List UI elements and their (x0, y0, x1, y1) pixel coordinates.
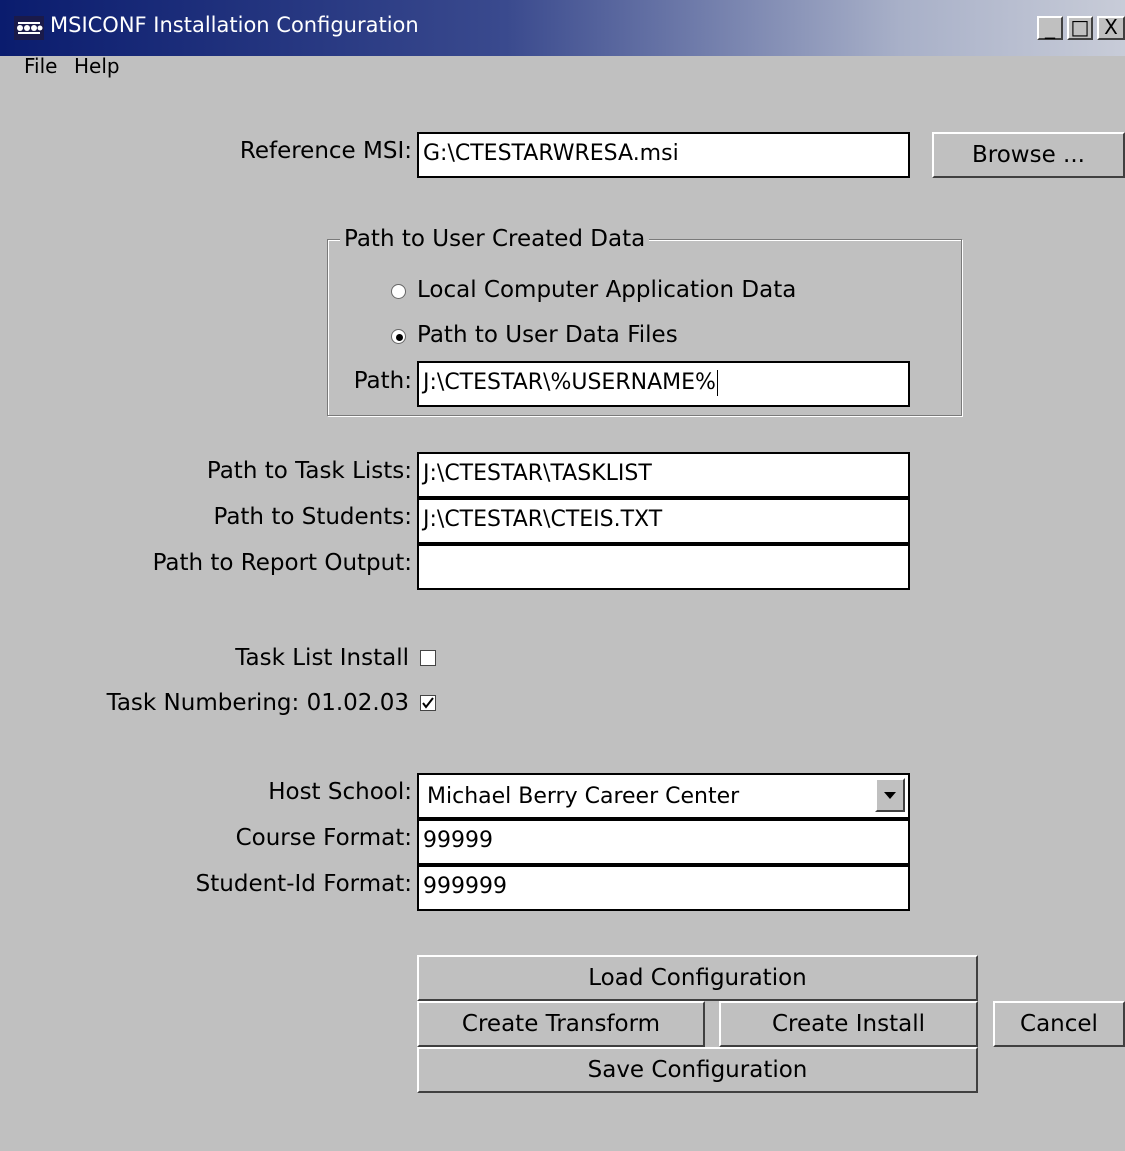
path-label: Path: (353, 368, 412, 394)
student-id-format-input[interactable]: 999999 (417, 865, 910, 911)
user-data-path-value: J:\CTESTAR\%USERNAME% (423, 370, 716, 395)
course-format-label: Course Format: (235, 825, 412, 851)
radio-local-app-data-label[interactable]: Local Computer Application Data (417, 277, 796, 303)
close-button[interactable]: X (1097, 16, 1125, 40)
students-label: Path to Students: (213, 504, 412, 530)
host-school-select[interactable]: Michael Berry Career Center (417, 773, 910, 819)
reference-msi-input[interactable]: G:\CTESTARWRESA.msi (417, 132, 910, 178)
text-caret (716, 370, 718, 396)
task-lists-input[interactable]: J:\CTESTAR\TASKLIST (417, 452, 910, 498)
report-output-input[interactable] (417, 544, 910, 590)
radio-user-data-files-label[interactable]: Path to User Data Files (417, 322, 678, 348)
task-numbering-checkbox[interactable] (420, 695, 436, 711)
menu-file[interactable]: File (24, 54, 57, 78)
create-transform-button[interactable]: Create Transform (417, 1001, 705, 1047)
students-input[interactable]: J:\CTESTAR\CTEIS.TXT (417, 498, 910, 544)
save-configuration-button[interactable]: Save Configuration (417, 1047, 978, 1093)
user-data-group-legend: Path to User Created Data (340, 226, 650, 252)
maximize-button[interactable]: □ (1067, 16, 1093, 40)
reference-msi-label: Reference MSI: (239, 138, 412, 164)
chevron-down-icon (884, 792, 896, 799)
host-school-value: Michael Berry Career Center (427, 784, 740, 809)
host-school-dropdown-button[interactable] (875, 778, 905, 812)
window-title: MSICONF Installation Configuration (50, 13, 419, 37)
radio-user-data-files[interactable] (391, 329, 406, 344)
load-configuration-button[interactable]: Load Configuration (417, 955, 978, 1001)
minimize-button[interactable]: _ (1037, 16, 1063, 40)
task-numbering-label: Task Numbering: 01.02.03 (106, 690, 409, 716)
task-list-install-checkbox[interactable] (420, 650, 436, 666)
course-format-input[interactable]: 99999 (417, 819, 910, 865)
app-icon (14, 16, 44, 40)
cancel-button[interactable]: Cancel (993, 1001, 1125, 1047)
browse-button[interactable]: Browse ... (932, 132, 1125, 178)
create-install-button[interactable]: Create Install (719, 1001, 978, 1047)
task-list-install-label: Task List Install (235, 645, 409, 671)
user-data-path-input[interactable]: J:\CTESTAR\%USERNAME% (417, 361, 910, 407)
checkmark-icon (422, 697, 434, 709)
radio-local-app-data[interactable] (391, 284, 406, 299)
task-lists-label: Path to Task Lists: (206, 458, 412, 484)
menu-help[interactable]: Help (74, 54, 120, 78)
student-id-format-label: Student-Id Format: (195, 871, 412, 897)
report-output-label: Path to Report Output: (152, 550, 412, 576)
host-school-label: Host School: (268, 779, 412, 805)
